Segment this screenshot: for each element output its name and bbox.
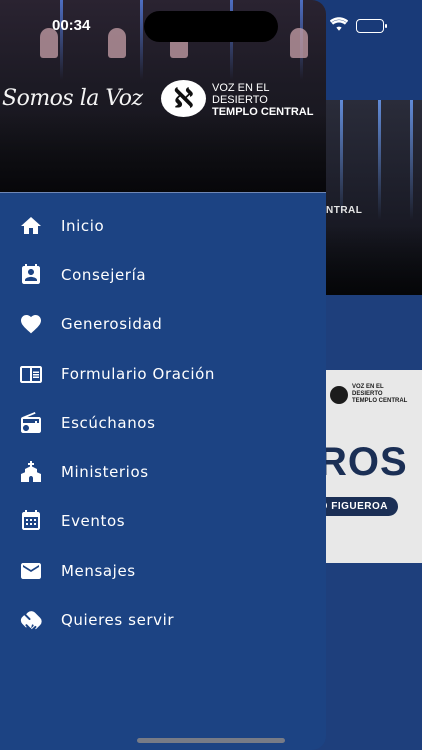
mail-icon [19, 559, 43, 583]
status-time: 00:34 [52, 17, 91, 34]
background-card-logo: VOZ EN EL DESIERTO TEMPLO CENTRAL [330, 384, 407, 405]
menu-item-formulario-oracion[interactable]: Formulario Oración [0, 349, 326, 398]
drawer-menu: Inicio Consejería Generosidad Formulario… [0, 201, 326, 645]
menu-item-quieres-servir[interactable]: Quieres servir [0, 595, 326, 644]
logo-line1: VOZ EN EL [212, 82, 270, 94]
menu-item-consejeria[interactable]: Consejería [0, 250, 326, 299]
logo-line3: TEMPLO CENTRAL [212, 106, 314, 118]
menu-item-generosidad[interactable]: Generosidad [0, 300, 326, 349]
navigation-drawer: Somos la Voz ℵ VOZ EN EL DESIERTO TEMPLO… [0, 0, 326, 750]
calendar-icon [19, 509, 43, 533]
dynamic-island [144, 11, 278, 42]
menu-item-eventos[interactable]: Eventos [0, 497, 326, 546]
logo-icon [330, 385, 348, 404]
logo-line2: DESIERTO [212, 94, 268, 106]
card-logo-line1: VOZ EN EL [352, 384, 384, 390]
menu-label: Escúchanos [61, 413, 156, 432]
menu-label: Generosidad [61, 315, 163, 334]
radio-icon [19, 411, 43, 435]
menu-label: Eventos [61, 512, 126, 531]
menu-label: Formulario Oración [61, 364, 215, 383]
home-indicator[interactable] [137, 738, 285, 743]
background-card-title: ROS [318, 440, 408, 484]
church-icon [19, 460, 43, 484]
handshake-icon [19, 608, 43, 632]
menu-item-escuchanos[interactable]: Escúchanos [0, 398, 326, 447]
heart-icon [19, 312, 43, 336]
menu-label: Inicio [61, 216, 105, 235]
menu-item-inicio[interactable]: Inicio [0, 201, 326, 250]
background-banner-caption: NTRAL [326, 205, 363, 216]
menu-label: Ministerios [61, 463, 149, 482]
card-logo-line3: TEMPLO CENTRAL [352, 398, 408, 404]
menu-label: Consejería [61, 265, 147, 284]
form-icon [19, 362, 43, 386]
logo-glyph: ℵ [173, 83, 194, 114]
card-logo-line2: DESIERTO [352, 391, 383, 397]
menu-label: Mensajes [61, 561, 136, 580]
header-slogan: Somos la Voz [2, 86, 143, 111]
menu-item-ministerios[interactable]: Ministerios [0, 447, 326, 496]
contact-card-icon [19, 263, 43, 287]
menu-item-mensajes[interactable]: Mensajes [0, 546, 326, 595]
church-logo-text: VOZ EN EL DESIERTO TEMPLO CENTRAL [212, 82, 313, 118]
battery-icon [356, 18, 387, 33]
status-icons [329, 16, 387, 35]
home-icon [19, 214, 43, 238]
menu-label: Quieres servir [61, 611, 175, 630]
wifi-icon [329, 16, 349, 35]
church-logo-icon: ℵ [161, 80, 206, 117]
